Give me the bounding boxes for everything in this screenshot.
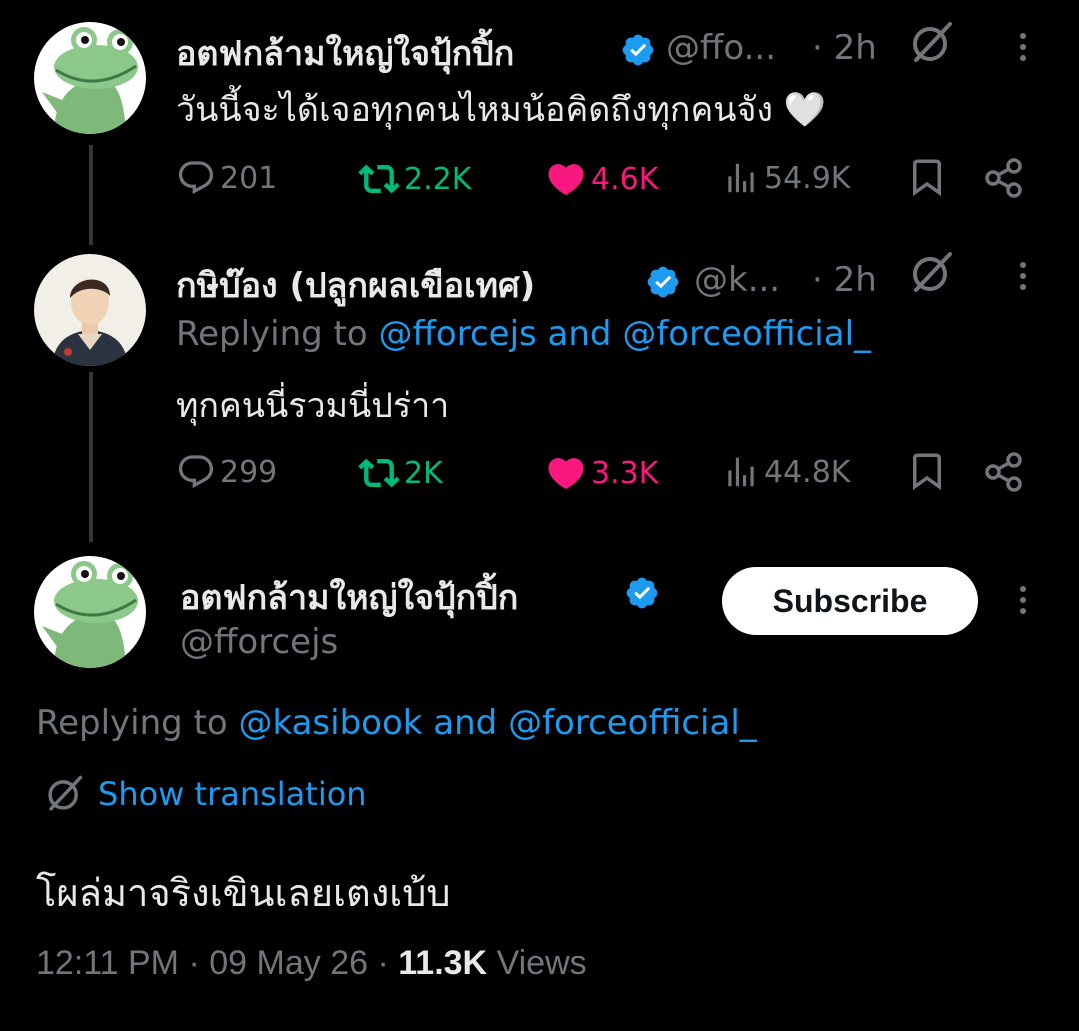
thread-line — [89, 145, 93, 245]
reply-count: 299 — [220, 454, 278, 490]
tweet-text: ทุกคนนี่รวมนี่ปร่าา — [176, 386, 450, 426]
tweet-text: วันนี้จะได้เจอทุกคนไหมน้อคิดถึงทุกคนจัง … — [176, 90, 827, 130]
more-options-icon[interactable] — [1020, 33, 1028, 66]
tweet-meta: 12:11 PM · 09 May 26 · 11.3K Views — [36, 944, 587, 983]
views-count: 44.8K — [764, 454, 851, 490]
author-name[interactable]: อตฟกล้ามใหญ่ใจปุ้กปิ้ก — [176, 26, 514, 80]
share-icon[interactable] — [984, 452, 1024, 492]
retweet-count: 2K — [404, 455, 443, 491]
frog-avatar-image — [34, 22, 146, 134]
replying-prefix: Replying to — [36, 703, 228, 743]
mention-link[interactable]: @kasibook — [239, 703, 423, 743]
subscribe-button[interactable]: Subscribe — [722, 567, 978, 635]
like-count: 3.3K — [591, 455, 659, 491]
replying-to: Replying to @kasibook and @forceofficial… — [36, 703, 757, 743]
and-text: and — [433, 703, 498, 743]
tweet-timestamp[interactable]: 12:11 PM — [36, 944, 179, 982]
separator: · — [188, 944, 200, 982]
reply-count: 201 — [220, 160, 278, 196]
mention-link[interactable]: @forceofficial_ — [508, 703, 757, 743]
author-handle[interactable]: @k... — [694, 260, 780, 300]
replying-to: Replying to @fforcejs and @forceofficial… — [176, 314, 871, 354]
avatar[interactable] — [34, 22, 146, 134]
separator: · — [377, 944, 389, 982]
mention-link[interactable]: @fforcejs — [379, 314, 537, 354]
tweet-date[interactable]: 09 May 26 — [209, 944, 368, 982]
bookmark-icon[interactable] — [906, 450, 948, 492]
heart-icon — [548, 164, 584, 196]
mention-link[interactable]: @forceofficial_ — [622, 314, 871, 354]
like-count: 4.6K — [591, 161, 659, 197]
views-label: Views — [496, 944, 587, 982]
views-button[interactable]: 44.8K — [722, 452, 850, 492]
verified-badge-icon — [626, 577, 658, 609]
thread-line — [89, 372, 93, 542]
retweet-count: 2.2K — [404, 161, 472, 197]
views-icon — [728, 457, 754, 487]
reply-button[interactable]: 299 — [176, 452, 277, 492]
frog-avatar-image — [34, 556, 146, 668]
author-name[interactable]: อตฟกล้ามใหญ่ใจปุ้กปิ้ก — [180, 570, 518, 624]
reply-icon — [178, 161, 214, 195]
views-button[interactable]: 54.9K — [722, 158, 850, 198]
views-count: 54.9K — [764, 160, 851, 196]
bookmark-icon[interactable] — [906, 156, 948, 198]
and-text: and — [547, 314, 612, 354]
translate-icon — [48, 775, 83, 811]
author-handle[interactable]: @fforcejs — [180, 622, 338, 662]
avatar[interactable] — [34, 556, 146, 668]
reply-button[interactable]: 201 — [176, 158, 277, 198]
translate-icon[interactable] — [908, 250, 954, 296]
views-icon — [728, 163, 754, 193]
tweet-time[interactable]: · 2h — [812, 260, 877, 300]
verified-badge-icon — [647, 266, 679, 298]
author-name[interactable]: กษิบ๊อง (ปลูกผลเขือเทศ) — [176, 258, 535, 312]
tweet-text: โผล่มาจริงเขินเลยเตงเบ้บ — [36, 871, 451, 915]
avatar[interactable] — [34, 254, 146, 366]
views-count: 11.3K — [398, 944, 488, 982]
retweet-icon — [358, 458, 400, 488]
retweet-button[interactable]: 2K — [358, 452, 443, 494]
more-options-icon[interactable] — [1020, 262, 1028, 295]
like-button[interactable]: 4.6K — [545, 158, 658, 200]
retweet-icon — [358, 164, 400, 194]
like-button[interactable]: 3.3K — [545, 452, 658, 494]
reply-icon — [178, 455, 214, 489]
share-icon[interactable] — [984, 158, 1024, 198]
translate-icon[interactable] — [908, 20, 954, 66]
show-translation-button[interactable]: Show translation — [44, 774, 367, 814]
tweet-time[interactable]: · 2h — [812, 28, 877, 68]
heart-icon — [548, 458, 584, 490]
author-handle[interactable]: @ffo... — [666, 28, 776, 68]
person-avatar-image — [34, 254, 146, 366]
more-options-icon[interactable] — [1020, 586, 1028, 619]
replying-prefix: Replying to — [176, 314, 368, 354]
retweet-button[interactable]: 2.2K — [358, 158, 471, 200]
verified-badge-icon — [622, 34, 654, 66]
show-translation-label: Show translation — [98, 775, 367, 813]
